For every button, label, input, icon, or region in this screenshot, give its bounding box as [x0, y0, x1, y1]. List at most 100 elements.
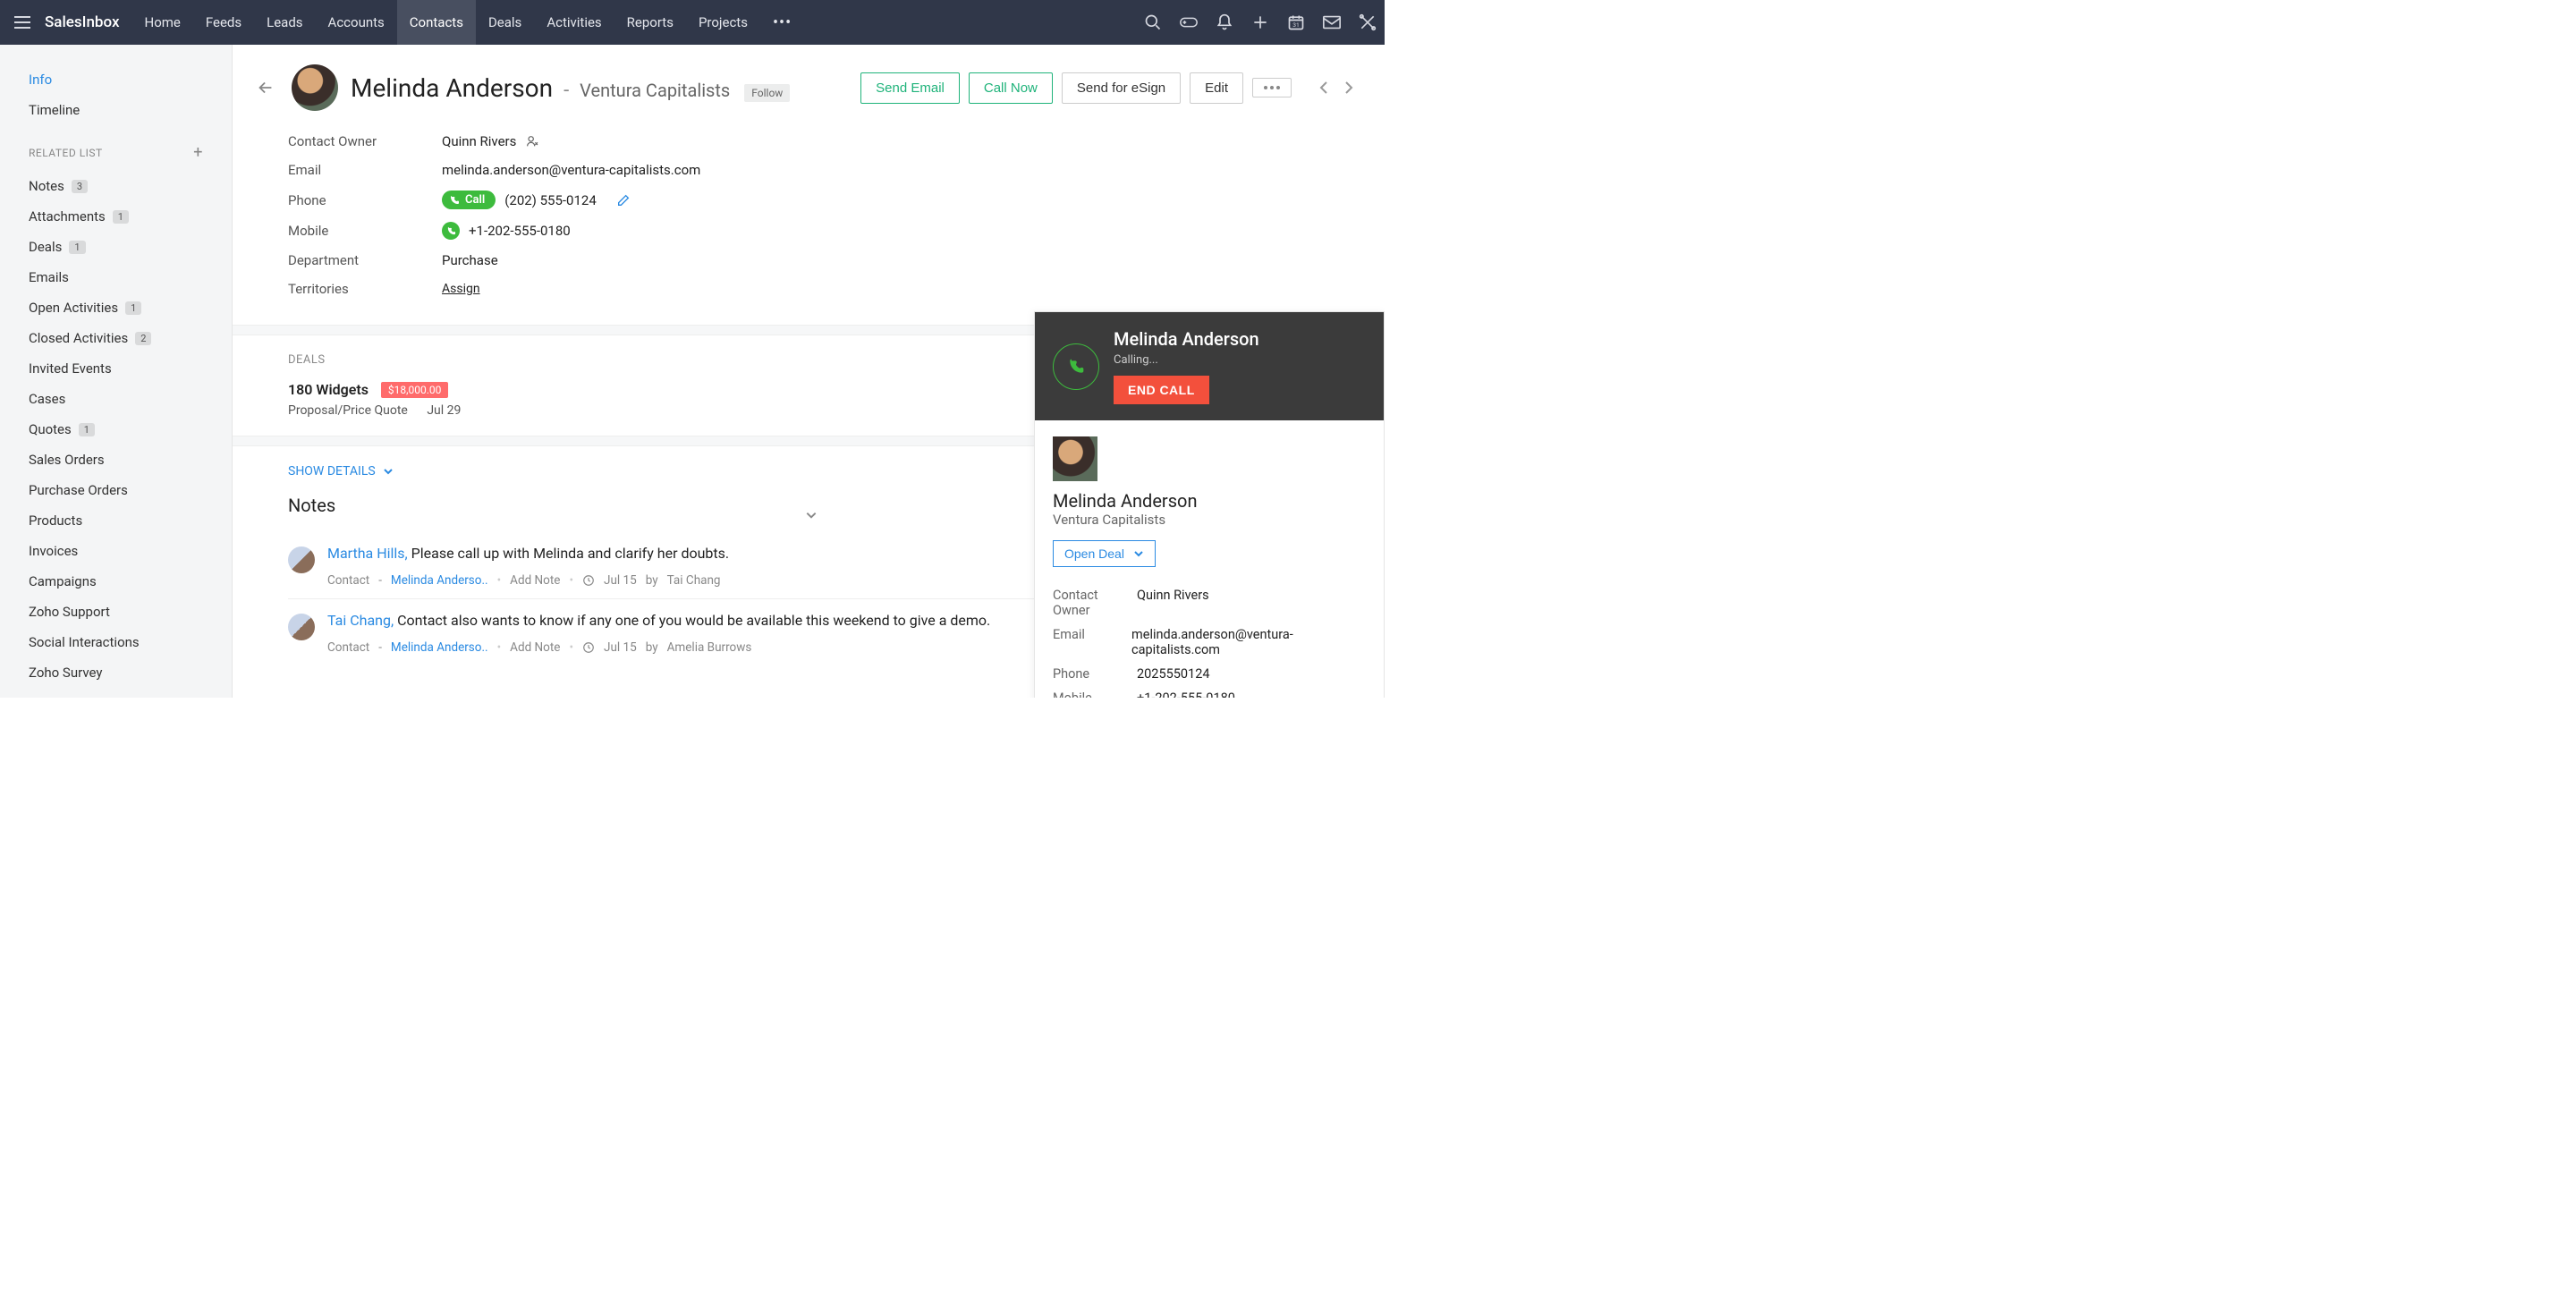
sidebar-item-notes[interactable]: Notes3 [29, 171, 203, 201]
dept-label: Department [288, 252, 442, 268]
note-author[interactable]: Tai Chang, [327, 612, 397, 629]
nav-tab-projects[interactable]: Projects [686, 0, 760, 45]
sidebar-item-deals[interactable]: Deals1 [29, 232, 203, 262]
call-status: Calling... [1114, 353, 1366, 367]
count-badge: 1 [69, 241, 85, 254]
hamburger-icon[interactable] [0, 16, 45, 29]
gamepad-icon[interactable] [1179, 13, 1199, 32]
count-badge: 1 [113, 210, 129, 224]
sidebar-item-zoho-support[interactable]: Zoho Support [29, 597, 203, 627]
sidebar-item-attachments[interactable]: Attachments1 [29, 201, 203, 232]
contact-company[interactable]: Ventura Capitalists [580, 80, 730, 101]
sidebar-item-emails[interactable]: Emails [29, 262, 203, 292]
nav-tab-contacts[interactable]: Contacts [397, 0, 476, 45]
call-field-row: Phone2025550124 [1053, 662, 1366, 686]
clock-icon [582, 574, 595, 587]
sidebar-item-products[interactable]: Products [29, 505, 203, 536]
note-avatar [288, 614, 315, 640]
assign-territory-link[interactable]: Assign [442, 282, 480, 296]
left-sidebar: InfoTimeline RELATED LIST + Notes3Attach… [0, 45, 233, 698]
count-badge: 2 [135, 332, 151, 345]
tools-icon[interactable] [1358, 13, 1377, 32]
owner-label: Contact Owner [288, 133, 442, 149]
next-record-icon[interactable] [1340, 79, 1358, 97]
note-avatar [288, 546, 315, 573]
product-brand[interactable]: SalesInbox [45, 13, 132, 31]
deal-date: Jul 29 [427, 403, 461, 418]
owner-value: Quinn Rivers [442, 133, 516, 149]
terr-label: Territories [288, 281, 442, 297]
add-note-link[interactable]: Add Note [510, 573, 560, 588]
mail-icon[interactable] [1322, 13, 1342, 32]
mobile-value[interactable]: +1-202-555-0180 [469, 223, 571, 239]
email-label: Email [288, 162, 442, 178]
back-arrow-icon[interactable] [256, 78, 275, 97]
nav-more-icon[interactable]: ••• [760, 13, 804, 32]
nav-tab-feeds[interactable]: Feeds [193, 0, 254, 45]
top-navbar: SalesInbox HomeFeedsLeadsAccountsContact… [0, 0, 1385, 45]
call-pill-button[interactable]: Call [442, 191, 496, 209]
prev-record-icon[interactable] [1315, 79, 1333, 97]
follow-button[interactable]: Follow [744, 84, 790, 102]
nav-tab-activities[interactable]: Activities [534, 0, 614, 45]
sidebar-item-invoices[interactable]: Invoices [29, 536, 203, 566]
clock-icon [582, 641, 595, 654]
sidebar-item-quotes[interactable]: Quotes1 [29, 414, 203, 445]
record-main: Melinda Anderson - Ventura Capitalists F… [233, 45, 1385, 698]
call-body-company: Ventura Capitalists [1053, 512, 1366, 528]
end-call-button[interactable]: END CALL [1114, 376, 1209, 404]
related-list-heading: RELATED LIST [29, 147, 103, 159]
note-text: Please call up with Melinda and clarify … [411, 545, 729, 562]
nav-tab-reports[interactable]: Reports [614, 0, 686, 45]
sidebar-item-invited-events[interactable]: Invited Events [29, 353, 203, 384]
sidebar-item-open-activities[interactable]: Open Activities1 [29, 292, 203, 323]
sidebar-item-purchase-orders[interactable]: Purchase Orders [29, 475, 203, 505]
deal-name[interactable]: 180 Widgets [288, 381, 369, 398]
nav-tab-home[interactable]: Home [132, 0, 193, 45]
note-author[interactable]: Martha Hills, [327, 545, 411, 562]
sidebar-item-social-interactions[interactable]: Social Interactions [29, 627, 203, 657]
sidebar-item-campaigns[interactable]: Campaigns [29, 566, 203, 597]
sidebar-item-info[interactable]: Info [29, 64, 203, 95]
nav-tab-leads[interactable]: Leads [254, 0, 315, 45]
plus-icon[interactable] [1250, 13, 1270, 32]
more-actions-button[interactable] [1252, 78, 1292, 97]
send-email-button[interactable]: Send Email [860, 72, 960, 104]
nav-tab-deals[interactable]: Deals [476, 0, 534, 45]
notes-heading: Notes [288, 495, 335, 516]
sidebar-item-sales-orders[interactable]: Sales Orders [29, 445, 203, 475]
note-related-link[interactable]: Melinda Anderso.. [391, 573, 488, 588]
sidebar-item-closed-activities[interactable]: Closed Activities2 [29, 323, 203, 353]
call-ring-icon [1053, 343, 1099, 390]
count-badge: 1 [125, 301, 141, 315]
count-badge: 3 [72, 180, 88, 193]
dept-value: Purchase [442, 252, 498, 268]
call-field-row: Emailmelinda.anderson@ventura-capitalist… [1053, 623, 1366, 662]
send-esign-button[interactable]: Send for eSign [1062, 72, 1181, 104]
owner-lookup-icon[interactable] [525, 134, 539, 148]
call-body-name: Melinda Anderson [1053, 490, 1366, 512]
add-related-icon[interactable]: + [193, 143, 203, 162]
call-avatar [1053, 436, 1097, 481]
sidebar-item-zoho-survey[interactable]: Zoho Survey [29, 657, 203, 688]
open-deal-button[interactable]: Open Deal [1053, 540, 1156, 567]
add-note-link[interactable]: Add Note [510, 640, 560, 655]
nav-tab-accounts[interactable]: Accounts [316, 0, 397, 45]
sidebar-item-agreements[interactable]: Agreements [29, 688, 203, 698]
call-now-button[interactable]: Call Now [969, 72, 1053, 104]
sidebar-item-cases[interactable]: Cases [29, 384, 203, 414]
email-value[interactable]: melinda.anderson@ventura-capitalists.com [442, 162, 700, 178]
sidebar-item-timeline[interactable]: Timeline [29, 95, 203, 125]
deal-amount-badge: $18,000.00 [381, 382, 448, 398]
phone-value[interactable]: (202) 555-0124 [504, 192, 597, 208]
bell-icon[interactable] [1215, 13, 1234, 32]
search-icon[interactable] [1143, 13, 1163, 32]
notes-chevron-icon[interactable] [805, 511, 818, 520]
edit-button[interactable]: Edit [1190, 72, 1243, 104]
count-badge: 1 [79, 423, 95, 436]
note-related-link[interactable]: Melinda Anderso.. [391, 640, 488, 655]
whatsapp-icon[interactable] [442, 222, 460, 240]
call-field-row: Contact OwnerQuinn Rivers [1053, 583, 1366, 623]
edit-phone-icon[interactable] [616, 193, 631, 208]
calendar-icon[interactable]: 31 [1286, 13, 1306, 32]
